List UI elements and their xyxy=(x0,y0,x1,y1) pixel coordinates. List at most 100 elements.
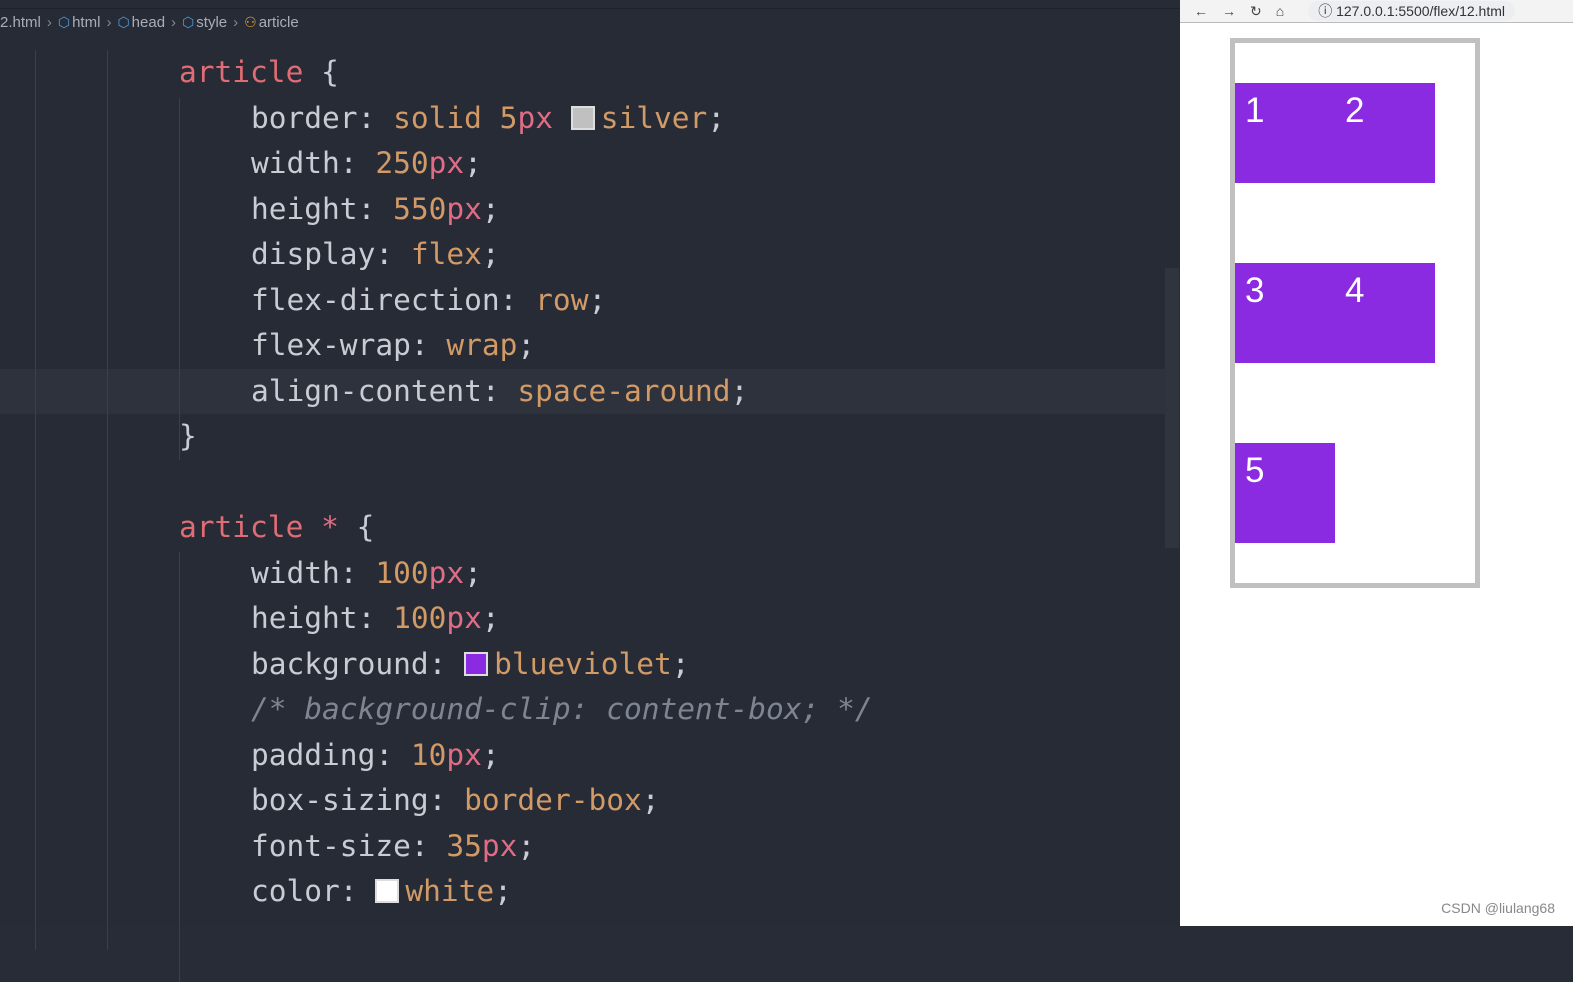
code-line[interactable]: flex-wrap: wrap; xyxy=(0,323,1165,369)
code-token: ; xyxy=(464,555,482,590)
code-token: article xyxy=(179,510,322,544)
code-line[interactable]: background: blueviolet; xyxy=(0,642,1165,688)
code-line[interactable]: article { xyxy=(0,50,1165,96)
code-line[interactable]: article * { xyxy=(0,505,1165,551)
scrollbar[interactable] xyxy=(1165,268,1179,548)
code-token: px xyxy=(446,601,482,635)
browser-preview: ← → ↻ ⌂ ⓘ 127.0.0.1:5500/flex/12.html 12… xyxy=(1180,0,1573,926)
code-token: /* background-clip: content-box; */ xyxy=(251,692,873,726)
chevron-right-icon: › xyxy=(46,13,52,31)
code-token: space-around xyxy=(517,373,731,408)
code-token: blueviolet xyxy=(494,646,672,681)
indent-guide xyxy=(179,98,180,460)
code-token: } xyxy=(179,419,197,453)
indent-guide xyxy=(35,50,36,950)
forward-icon[interactable]: → xyxy=(1222,3,1236,19)
code-line[interactable]: height: 550px; xyxy=(0,187,1165,233)
code-token: ; xyxy=(481,737,500,772)
flex-item: 1 xyxy=(1235,83,1335,183)
breadcrumb-item[interactable]: article xyxy=(259,14,299,31)
code-token: 35 xyxy=(446,828,482,863)
code-token: flex xyxy=(410,237,482,271)
code-line[interactable]: box-sizing: border-box; xyxy=(0,778,1165,824)
code-line[interactable]: height: 100px; xyxy=(0,596,1165,642)
code-token: ; xyxy=(588,282,607,317)
code-token: flex-wrap: xyxy=(251,328,447,362)
code-token: 100 xyxy=(393,601,447,635)
code-line[interactable]: width: 100px; xyxy=(0,551,1165,597)
flex-item: 4 xyxy=(1335,263,1435,363)
code-token: wrap xyxy=(446,328,518,362)
code-line[interactable]: /* background-clip: content-box; */ xyxy=(0,687,1165,733)
code-token: { xyxy=(321,55,339,89)
code-token: height: xyxy=(251,191,394,226)
code-line[interactable]: padding: 10px; xyxy=(0,733,1165,779)
address-bar[interactable]: ⓘ 127.0.0.1:5500/flex/12.html xyxy=(1308,1,1515,21)
code-line[interactable] xyxy=(0,460,1165,506)
code-line[interactable]: } xyxy=(0,414,1165,460)
flex-item: 3 xyxy=(1235,263,1335,363)
breadcrumb-item[interactable]: html xyxy=(72,14,100,31)
reload-icon[interactable]: ↻ xyxy=(1250,3,1262,20)
code-token: background: xyxy=(251,646,465,681)
element-icon: ⬡ xyxy=(117,13,130,30)
code-line[interactable]: display: flex; xyxy=(0,232,1165,278)
code-token: solid xyxy=(393,100,500,135)
code-token: * xyxy=(321,510,357,544)
code-token: box-sizing: xyxy=(251,783,465,817)
code-token: 100 xyxy=(375,555,429,590)
code-token: ; xyxy=(641,783,660,817)
code-line[interactable]: flex-direction: row; xyxy=(0,278,1165,324)
code-token: border-box xyxy=(464,783,642,817)
color-swatch[interactable] xyxy=(464,651,489,676)
flex-item: 2 xyxy=(1335,83,1435,183)
code-token: display: xyxy=(251,237,411,271)
breadcrumb-item[interactable]: head xyxy=(132,14,165,31)
code-token: row xyxy=(535,282,589,317)
breadcrumb-item[interactable]: 2.html xyxy=(0,14,41,31)
color-swatch[interactable] xyxy=(570,105,595,130)
code-token: ; xyxy=(707,100,726,135)
color-swatch[interactable] xyxy=(375,879,400,903)
code-token: article xyxy=(179,55,322,89)
breadcrumb: 2.html › ⬡ html › ⬡ head › ⬡ style › ⚇ article xyxy=(0,8,1180,35)
code-token: px xyxy=(481,828,518,863)
code-line[interactable]: font-size: 35px; xyxy=(0,824,1165,870)
indent-guide xyxy=(179,552,180,982)
chevron-right-icon: › xyxy=(171,13,177,31)
code-token: ; xyxy=(481,237,500,271)
code-editor[interactable]: 2.html › ⬡ html › ⬡ head › ⬡ style › ⚇ article artic… xyxy=(0,0,1180,982)
code-token: color: xyxy=(251,874,376,908)
code-token: ; xyxy=(517,328,536,362)
chevron-right-icon: › xyxy=(233,13,239,31)
code-token: padding: xyxy=(251,737,411,772)
home-icon[interactable]: ⌂ xyxy=(1276,3,1284,19)
breadcrumb-item[interactable]: style xyxy=(196,14,227,31)
code-token: border: xyxy=(251,100,394,135)
code-token: ; xyxy=(730,373,749,408)
element-icon: ⬡ xyxy=(182,13,195,30)
code-token: flex-direction: xyxy=(251,282,536,317)
code-token: ; xyxy=(517,828,536,863)
chevron-right-icon: › xyxy=(106,13,112,31)
back-icon[interactable]: ← xyxy=(1194,3,1208,19)
code-token: ; xyxy=(671,646,690,681)
url-text: 127.0.0.1:5500/flex/12.html xyxy=(1336,3,1505,19)
code-token: 550 xyxy=(393,191,447,226)
code-token: px xyxy=(446,191,482,226)
browser-toolbar: ← → ↻ ⌂ ⓘ 127.0.0.1:5500/flex/12.html xyxy=(1180,0,1573,23)
code-token: ; xyxy=(481,601,500,635)
code-token: height: xyxy=(251,601,394,635)
flex-container: 12345 xyxy=(1230,38,1480,588)
code-line[interactable]: border: solid 5px silver; xyxy=(0,96,1165,142)
code-token: px xyxy=(446,737,482,772)
code-line[interactable]: width: 250px; xyxy=(0,141,1165,187)
code-token: 10 xyxy=(410,737,447,772)
code-token: ; xyxy=(481,191,500,226)
code-line[interactable]: align-content: space-around; xyxy=(0,368,1165,414)
code-token: 5 xyxy=(499,100,518,135)
code-token: px xyxy=(428,146,465,180)
code-token: font-size: xyxy=(251,828,447,863)
code-line[interactable]: color: white; xyxy=(0,869,1165,915)
watermark: CSDN @liulang68 xyxy=(1441,900,1555,916)
